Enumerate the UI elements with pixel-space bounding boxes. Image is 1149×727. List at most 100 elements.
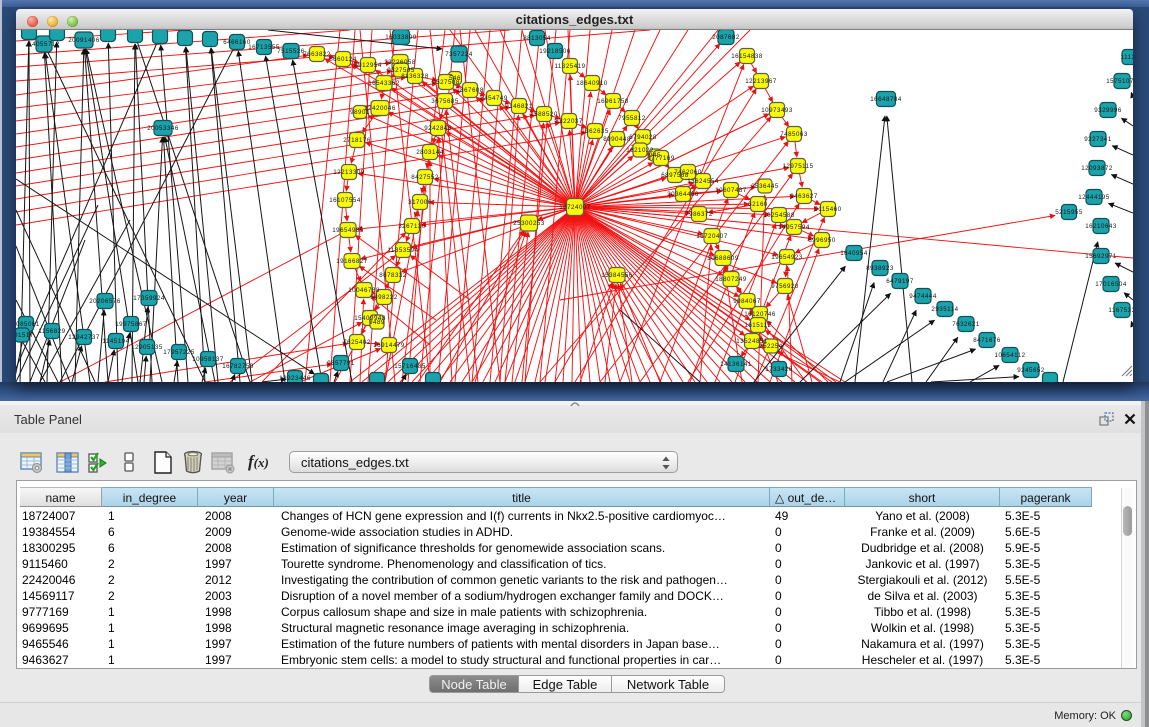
- svg-text:10958137: 10958137: [192, 356, 224, 363]
- svg-text:23226058: 23226058: [384, 59, 416, 66]
- svg-text:20206576: 20206576: [89, 298, 121, 305]
- svg-text:17016504: 17016504: [1095, 281, 1127, 288]
- svg-text:10607487: 10607487: [715, 187, 747, 194]
- svg-text:14957594: 14957594: [778, 224, 810, 231]
- svg-text:11325419: 11325419: [554, 63, 585, 70]
- svg-text:9857791: 9857791: [327, 360, 355, 367]
- svg-text:16210643: 16210643: [1085, 223, 1117, 230]
- svg-text:18807249: 18807249: [715, 276, 747, 283]
- svg-text:9777169: 9777169: [647, 155, 675, 162]
- svg-text:16107554: 16107554: [329, 197, 361, 204]
- svg-text:1362635: 1362635: [581, 128, 609, 135]
- svg-text:2935114: 2935114: [931, 306, 958, 313]
- svg-text:7625402: 7625402: [343, 339, 371, 346]
- svg-text:6466160: 6466160: [223, 39, 251, 46]
- svg-text:8813054: 8813054: [523, 35, 551, 42]
- svg-text:2588520: 2588520: [530, 111, 558, 118]
- svg-text:8678332: 8678332: [379, 272, 407, 279]
- svg-text:19975867: 19975867: [115, 321, 147, 328]
- svg-text:7485063: 7485063: [780, 131, 808, 138]
- svg-text:9474444: 9474444: [909, 293, 937, 300]
- svg-text:9463627: 9463627: [790, 193, 818, 200]
- svg-text:19654923: 19654923: [771, 254, 803, 261]
- svg-text:10654112: 10654112: [994, 352, 1025, 359]
- svg-text:2803144: 2803144: [416, 149, 444, 156]
- svg-text:2867608: 2867608: [456, 87, 484, 94]
- svg-text:16961758: 16961758: [597, 98, 629, 105]
- svg-text:7632621: 7632621: [952, 321, 980, 328]
- svg-text:2536445: 2536445: [751, 183, 779, 190]
- svg-text:9227341: 9227341: [1084, 136, 1112, 143]
- svg-text:19166827: 19166827: [336, 258, 368, 265]
- svg-text:16154838: 16154838: [731, 53, 763, 60]
- svg-text:9245652: 9245652: [1017, 367, 1045, 374]
- svg-text:8912954: 8912954: [354, 62, 382, 69]
- svg-text:25300253: 25300253: [513, 220, 545, 227]
- svg-text:19654985: 19654985: [332, 227, 364, 234]
- svg-text:17359924: 17359924: [133, 295, 165, 302]
- svg-text:9498222: 9498222: [370, 294, 398, 301]
- svg-text:252254: 252254: [759, 343, 783, 350]
- svg-text:6479197: 6479197: [886, 278, 914, 285]
- svg-text:10046788: 10046788: [348, 287, 380, 294]
- svg-text:8660124: 8660124: [329, 56, 357, 63]
- svg-text:13624554: 13624554: [687, 178, 719, 185]
- svg-text:7515526: 7515526: [277, 48, 305, 55]
- svg-text:15751074: 15751074: [1106, 78, 1133, 85]
- svg-text:8427552: 8427552: [411, 174, 439, 181]
- svg-text:7663822: 7663822: [303, 51, 331, 58]
- svg-text:9527508: 9527508: [432, 79, 460, 86]
- svg-text:17957225: 17957225: [163, 349, 195, 356]
- svg-text:18724007: 18724007: [559, 204, 591, 211]
- svg-text:16648784: 16648784: [870, 96, 902, 103]
- svg-text:10973493: 10973493: [761, 107, 793, 114]
- svg-text:7955812: 7955812: [618, 115, 646, 122]
- svg-text:10254588: 10254588: [763, 212, 795, 219]
- svg-text:2087682: 2087682: [712, 34, 740, 41]
- svg-text:12975115: 12975115: [782, 163, 813, 170]
- svg-text:9756928: 9756928: [771, 283, 799, 290]
- svg-text:8996950: 8996950: [808, 237, 836, 244]
- svg-text:12093872: 12093872: [1081, 165, 1113, 172]
- svg-text:11353594: 11353594: [387, 247, 418, 254]
- svg-text:1733426: 1733426: [765, 366, 793, 373]
- svg-text:20053346: 20053346: [147, 125, 179, 132]
- svg-text:3267130: 3267130: [398, 223, 426, 230]
- svg-text:12213309: 12213309: [333, 169, 365, 176]
- svg-text:9146821: 9146821: [505, 103, 533, 110]
- svg-text:15716485: 15716485: [394, 363, 426, 370]
- svg-text:20091406: 20091406: [68, 37, 100, 44]
- svg-text:12923446: 12923446: [279, 375, 311, 382]
- svg-text:15384556: 15384556: [601, 272, 633, 279]
- svg-text:15720407: 15720407: [696, 233, 728, 240]
- svg-text:62160: 62160: [748, 201, 768, 208]
- svg-text:8322037: 8322037: [555, 118, 583, 125]
- svg-text:12905135: 12905135: [131, 344, 163, 351]
- svg-text:8471676: 8471676: [973, 337, 1001, 344]
- svg-text:7357224: 7357224: [445, 51, 473, 58]
- svg-text:16914479: 16914479: [373, 342, 405, 349]
- svg-text:16713555: 16713555: [248, 44, 280, 51]
- svg-text:6794028: 6794028: [629, 134, 657, 141]
- svg-text:8938923: 8938923: [866, 265, 894, 272]
- svg-text:18640910: 18640910: [576, 80, 608, 87]
- svg-text:98901: 98901: [350, 109, 370, 116]
- svg-text:12213967: 12213967: [745, 78, 777, 85]
- svg-text:9329996: 9329996: [1094, 107, 1122, 114]
- svg-text:8990448: 8990448: [603, 136, 631, 143]
- svg-text:5215955: 5215955: [1055, 209, 1083, 216]
- svg-text:11121: 11121: [1121, 54, 1133, 61]
- svg-text:9115460: 9115460: [814, 206, 841, 213]
- svg-text:16543362: 16543362: [368, 80, 400, 87]
- svg-text:20364436: 20364436: [667, 191, 699, 198]
- svg-text:9489: 9489: [369, 319, 385, 326]
- svg-text:14136141: 14136141: [720, 361, 752, 368]
- svg-text:12444195: 12444195: [1078, 194, 1110, 201]
- svg-text:1640954: 1640954: [840, 250, 868, 257]
- svg-text:19218506: 19218506: [539, 48, 571, 55]
- svg-text:10688609: 10688609: [707, 255, 739, 262]
- svg-text:8136328: 8136328: [401, 73, 429, 80]
- svg-text:16033809: 16033809: [385, 34, 417, 41]
- svg-text:3675685: 3675685: [431, 98, 459, 105]
- svg-text:391517: 391517: [16, 332, 34, 339]
